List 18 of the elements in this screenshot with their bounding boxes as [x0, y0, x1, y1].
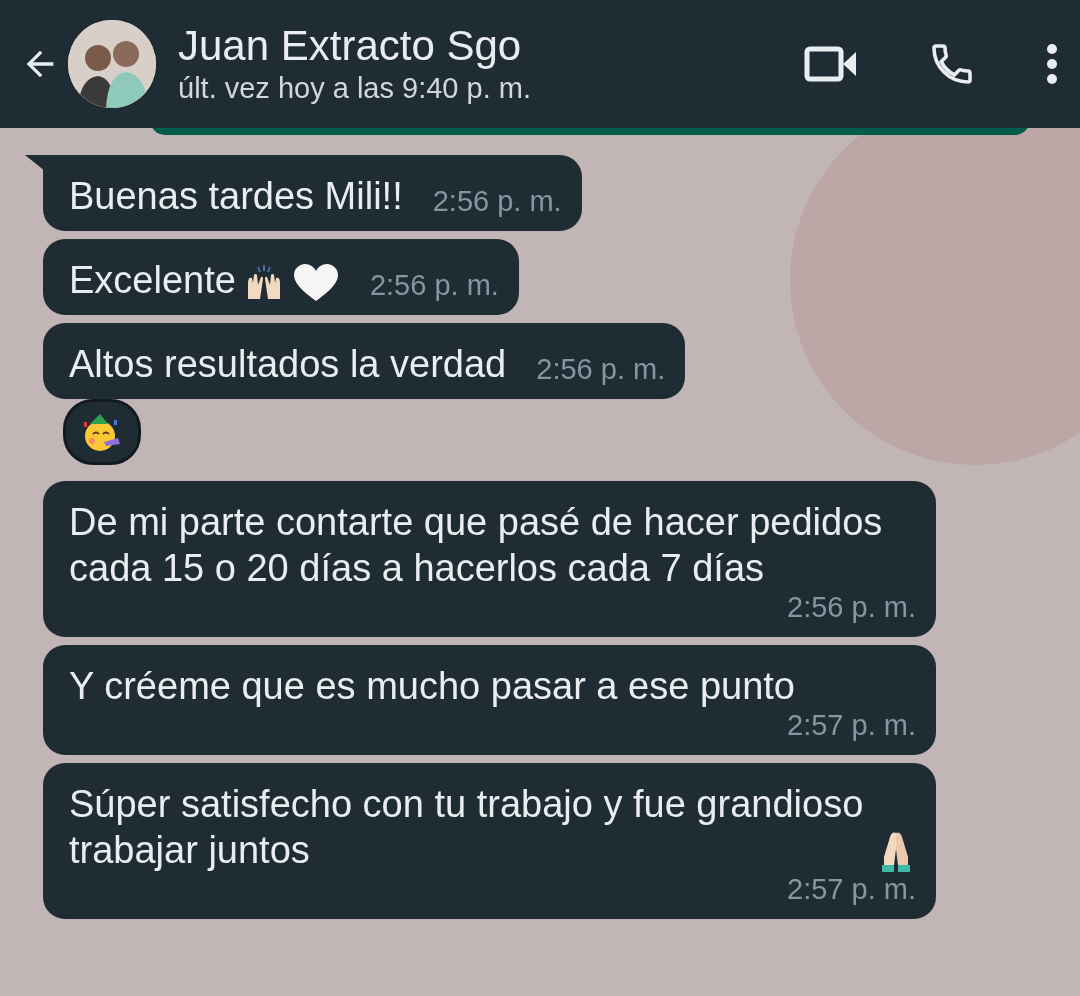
message-text: Excelente	[69, 258, 236, 303]
menu-button[interactable]	[1046, 43, 1058, 85]
contact-name: Juan Extracto Sgo	[178, 22, 523, 70]
heart-icon	[291, 263, 340, 303]
message-text: Y créeme que es mucho pasar a ese punto	[69, 664, 795, 709]
message-time: 2:56 p. m.	[432, 185, 562, 219]
message-time: 2:57 p. m.	[787, 873, 916, 907]
video-call-button[interactable]	[804, 44, 858, 84]
message-text: Altos resultados la verdad	[69, 342, 507, 387]
message-text: Súper satisfecho con tu trabajo y fue grandioso trabajar juntos	[69, 782, 865, 873]
last-seen-status: últ. vez hoy a las 9:40 p. m.	[178, 71, 532, 106]
message-time: 2:56 p. m.	[536, 353, 666, 387]
reaction-badge[interactable]	[63, 399, 141, 465]
message-time: 2:57 p. m.	[787, 709, 916, 743]
message-text: Buenas tardes Mili!!	[69, 174, 403, 219]
message-time: 2:56 p. m.	[369, 269, 499, 303]
message-text: De mi parte contarte que pasé de hacer pedidos cada 15 o 20 días a hacerlos cada 7 días	[69, 500, 884, 591]
message-time: 2:56 p. m.	[787, 591, 916, 625]
